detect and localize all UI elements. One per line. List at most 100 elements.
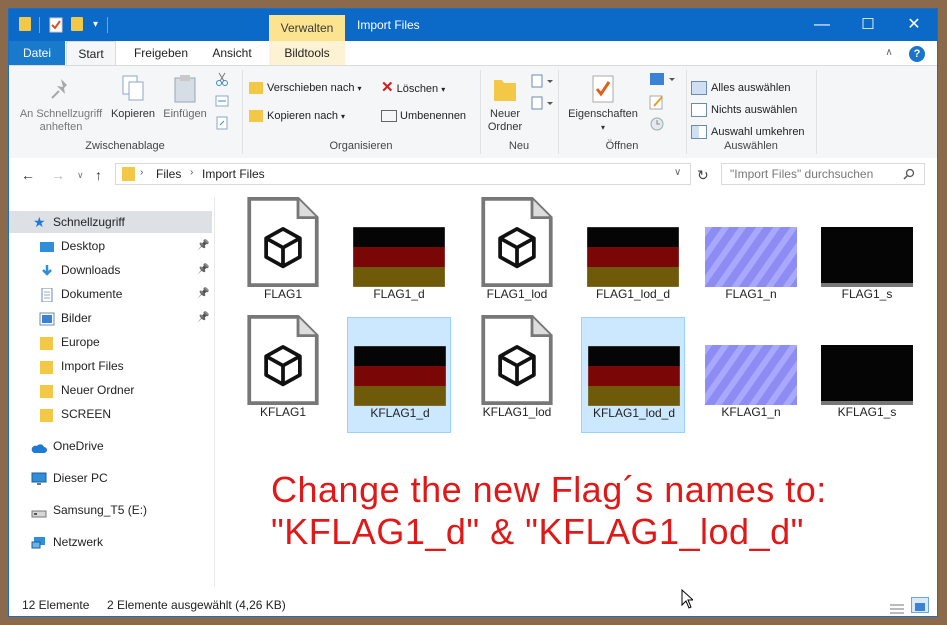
rename-icon [381, 110, 397, 123]
tab-freigeben[interactable]: Freigeben [125, 41, 197, 65]
up-icon[interactable]: ↑ [95, 167, 102, 183]
nav-label: Downloads [61, 263, 121, 277]
ribbon-separator [816, 70, 817, 154]
file-item[interactable]: FLAG1_s [815, 199, 919, 315]
model-file-icon [477, 197, 557, 290]
file-item[interactable]: FLAG1_n [699, 199, 803, 315]
nav-item-screen[interactable]: SCREEN [9, 403, 212, 425]
details-view-icon[interactable] [889, 599, 905, 616]
file-item[interactable]: KFLAG1_lod [465, 315, 569, 433]
search-input[interactable]: "Import Files" durchsuchen [721, 163, 925, 185]
delete-icon: ✕ [381, 79, 394, 96]
nav-item-import-files[interactable]: Import Files [9, 355, 212, 377]
tab-datei[interactable]: Datei [9, 41, 65, 65]
file-item[interactable]: FLAG1_lod [465, 197, 569, 315]
copy-path-icon[interactable] [215, 94, 229, 111]
customize-quick-access-icon[interactable]: ▾ [93, 17, 98, 33]
nav-item-europe[interactable]: Europe [9, 331, 212, 353]
tab-bildtools[interactable]: Bildtools [269, 41, 345, 65]
paste-shortcut-icon[interactable] [215, 116, 229, 133]
forward-icon[interactable]: → [51, 167, 65, 183]
recent-locations-icon[interactable]: ∨ [77, 170, 84, 181]
paste-icon [174, 75, 196, 103]
nav-item-bilder[interactable]: Bilder 📌 [9, 307, 212, 329]
pin-icon[interactable]: 📌 [197, 259, 209, 281]
pin-icon[interactable]: 📌 [197, 235, 209, 257]
back-icon[interactable]: ← [21, 167, 35, 183]
nav-item-samsung-t5[interactable]: Samsung_T5 (E:) [9, 499, 212, 521]
window-title: Import Files [357, 18, 420, 32]
nav-item-dieser-pc[interactable]: Dieser PC [9, 467, 212, 489]
file-item[interactable]: FLAG1_d [347, 199, 451, 315]
file-item[interactable]: KFLAG1_s [815, 317, 919, 433]
pin-icon[interactable]: 📌 [197, 307, 209, 329]
address-dropdown-icon[interactable]: ∨ [674, 167, 681, 178]
file-item[interactable]: FLAG1_lod_d [581, 199, 685, 315]
nav-label: Import Files [61, 359, 124, 373]
file-item[interactable]: KFLAG1_lod_d [581, 317, 685, 433]
tab-ansicht[interactable]: Ansicht [201, 41, 263, 65]
nav-label: Dokumente [61, 287, 123, 301]
folder-icon [39, 383, 53, 398]
move-to-button[interactable]: Verschieben nach ▾ [249, 80, 362, 97]
breadcrumb-chevron-icon[interactable]: › [190, 167, 193, 178]
new-item-icon[interactable] [531, 74, 553, 91]
properties-dropdown-icon[interactable]: ▾ [565, 121, 641, 134]
nav-item-downloads[interactable]: Downloads 📌 [9, 259, 212, 281]
model-file-icon [477, 315, 557, 408]
new-folder-quick-icon[interactable] [71, 17, 85, 33]
maximize-button[interactable]: ☐ [845, 9, 891, 41]
history-icon[interactable] [649, 116, 665, 135]
texture-thumbnail [821, 345, 913, 408]
pin-icon[interactable]: 📌 [197, 283, 209, 305]
file-item[interactable]: KFLAG1 [231, 315, 335, 433]
file-item[interactable]: KFLAG1_n [699, 317, 803, 433]
edit-icon[interactable] [649, 94, 665, 113]
status-bar: 12 Elemente 2 Elemente ausgewählt (4,26 … [9, 593, 937, 616]
nav-item-dokumente[interactable]: Dokumente 📌 [9, 283, 212, 305]
rename-label: Umbenennen [400, 110, 467, 122]
minimize-button[interactable]: — [799, 9, 845, 41]
selection-info: 2 Elemente ausgewählt (4,26 KB) [107, 598, 286, 612]
texture-thumbnail [821, 227, 913, 290]
copy-button[interactable]: Kopieren [109, 74, 157, 121]
cut-icon[interactable] [215, 72, 229, 89]
breadcrumb-import-files[interactable]: Import Files [202, 167, 265, 181]
collapse-ribbon-icon[interactable]: ∧ [879, 41, 899, 65]
delete-button[interactable]: ✕ Löschen ▾ [381, 80, 445, 98]
invert-selection-button[interactable]: Auswahl umkehren [691, 124, 805, 140]
address-bar[interactable]: › Files › Import Files ∨ [115, 163, 691, 185]
file-name: KFLAG1_s [837, 405, 897, 419]
pin-quick-access-button[interactable]: An Schnellzugriff anheften [13, 76, 109, 134]
nav-item-schnellzugriff[interactable]: ★ Schnellzugriff [9, 211, 212, 233]
copy-to-button[interactable]: Kopieren nach ▾ [249, 108, 345, 125]
tab-start[interactable]: Start [66, 41, 116, 65]
select-none-button[interactable]: Nichts auswählen [691, 102, 797, 118]
large-icons-view-icon[interactable] [911, 597, 929, 613]
properties-quick-icon[interactable] [49, 17, 63, 33]
move-to-label: Verschieben nach [267, 82, 355, 94]
rename-button[interactable]: Umbenennen [381, 108, 466, 124]
new-folder-button[interactable]: Neuer Ordner [483, 74, 527, 134]
close-button[interactable]: ✕ [891, 9, 937, 41]
easy-access-icon[interactable] [531, 96, 553, 113]
star-icon: ★ [33, 214, 46, 230]
nav-item-desktop[interactable]: Desktop 📌 [9, 235, 212, 257]
breadcrumb-files[interactable]: Files [156, 167, 181, 181]
nav-item-netzwerk[interactable]: Netzwerk [9, 531, 212, 553]
nav-item-neuer-ordner[interactable]: Neuer Ordner [9, 379, 212, 401]
refresh-icon[interactable]: ↻ [697, 167, 709, 184]
open-icon[interactable] [649, 72, 675, 89]
help-icon[interactable]: ? [905, 41, 929, 65]
file-name: FLAG1_lod [486, 287, 548, 301]
documents-icon [39, 287, 53, 303]
file-item[interactable]: KFLAG1_d [347, 317, 451, 433]
file-item[interactable]: FLAG1 [231, 197, 335, 315]
breadcrumb-chevron-icon[interactable]: › [140, 167, 143, 178]
pane-splitter[interactable] [214, 197, 215, 587]
properties-button[interactable]: Eigenschaften ▾ [565, 74, 641, 134]
paste-button[interactable]: Einfügen [159, 74, 211, 121]
nav-item-onedrive[interactable]: OneDrive [9, 435, 212, 457]
select-all-button[interactable]: Alles auswählen [691, 80, 791, 96]
tab-verwalten[interactable]: Verwalten [269, 15, 345, 41]
